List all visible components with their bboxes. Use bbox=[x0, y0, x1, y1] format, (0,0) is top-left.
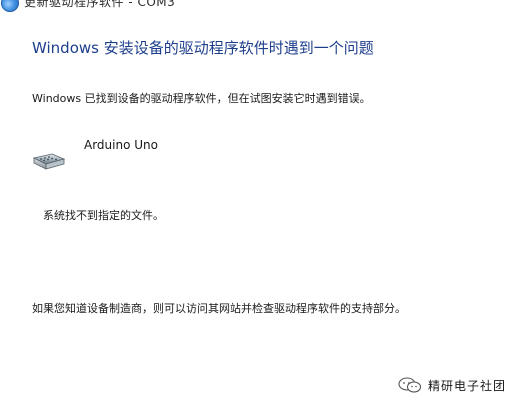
window-title: 更新驱动程序软件 - COM3 bbox=[24, 0, 176, 9]
watermark: 精研电子社团 bbox=[398, 375, 506, 395]
serial-connector-icon bbox=[32, 150, 66, 172]
title-bar: 更新驱动程序软件 - COM3 bbox=[0, 0, 526, 18]
wechat-icon bbox=[398, 377, 422, 393]
device-name: Arduino Uno bbox=[84, 138, 158, 152]
error-message: 系统找不到指定的文件。 bbox=[43, 209, 164, 222]
driver-update-dialog: 更新驱动程序软件 - COM3 Windows 安装设备的驱动程序软件时遇到一个… bbox=[0, 0, 526, 404]
intro-message: Windows 已找到设备的驱动程序软件，但在试图安装它时遇到错误。 bbox=[32, 92, 371, 105]
windows-app-icon bbox=[1, 0, 19, 12]
dialog-heading: Windows 安装设备的驱动程序软件时遇到一个问题 bbox=[32, 39, 374, 57]
manufacturer-hint: 如果您知道设备制造商，则可以访问其网站并检查驱动程序软件的支持部分。 bbox=[32, 302, 406, 315]
watermark-text: 精研电子社团 bbox=[428, 378, 507, 393]
